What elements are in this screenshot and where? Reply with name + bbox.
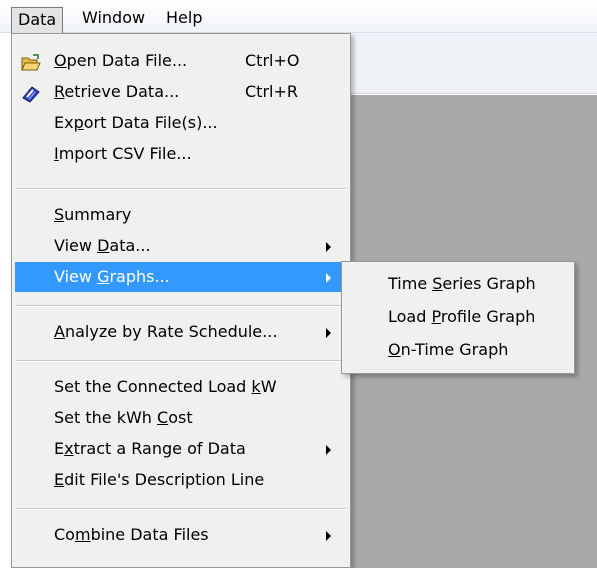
menu-item-export-data-files[interactable]: Export Data File(s)...	[15, 108, 347, 138]
menu-item-label: Retrieve Data...	[54, 82, 180, 101]
menu-item-label: Summary	[54, 205, 132, 224]
menu-item-set-kwh-cost[interactable]: Set the kWh Cost	[15, 403, 347, 433]
menu-item-label: View Data...	[54, 236, 151, 255]
submenu-arrow-icon	[326, 242, 331, 252]
menubar-window[interactable]: Window	[76, 7, 151, 29]
menu-item-label: On-Time Graph	[388, 340, 509, 359]
menu-item-shortcut: Ctrl+R	[245, 82, 298, 101]
menu-item-label: Import CSV File...	[54, 144, 192, 163]
menu-item-label: Time Series Graph	[388, 274, 536, 293]
submenu-item-time-series-graph[interactable]: Time Series Graph	[345, 269, 571, 299]
menu-item-label: Analyze by Rate Schedule...	[54, 322, 278, 341]
retrieve-data-icon	[21, 83, 41, 103]
menu-item-view-graphs[interactable]: View Graphs...	[15, 262, 347, 292]
menu-item-open-data-file[interactable]: Open Data File... Ctrl+O	[15, 46, 347, 76]
menu-item-label: Load Profile Graph	[388, 307, 536, 326]
menu-separator	[16, 305, 346, 307]
menu-item-combine-data-files[interactable]: Combine Data Files	[15, 520, 347, 550]
submenu-arrow-icon	[326, 531, 331, 541]
menu-item-retrieve-data[interactable]: Retrieve Data... Ctrl+R	[15, 77, 347, 107]
menu-separator	[16, 508, 346, 510]
menu-bar: Data Window Help	[0, 0, 597, 33]
submenu-arrow-icon	[326, 445, 331, 455]
toolbar-area	[340, 33, 597, 94]
menu-item-label: Set the Connected Load kW	[54, 377, 277, 396]
submenu-item-load-profile-graph[interactable]: Load Profile Graph	[345, 302, 571, 332]
menu-item-analyze-by-rate-schedule[interactable]: Analyze by Rate Schedule...	[15, 317, 347, 347]
menu-item-shortcut: Ctrl+O	[245, 51, 300, 70]
menu-separator	[16, 360, 346, 362]
menubar-help[interactable]: Help	[160, 7, 208, 29]
menu-item-import-csv-file[interactable]: Import CSV File...	[15, 139, 347, 169]
open-folder-icon	[21, 52, 41, 71]
menu-item-label: View Graphs...	[54, 267, 170, 286]
menu-item-label: Edit File's Description Line	[54, 470, 265, 489]
data-menu: Open Data File... Ctrl+O Retrieve Data..…	[11, 33, 351, 568]
menu-item-label: Open Data File...	[54, 51, 188, 70]
menu-item-label: Export Data File(s)...	[54, 113, 218, 132]
menu-item-edit-description[interactable]: Edit File's Description Line	[15, 465, 347, 495]
menu-item-extract-range[interactable]: Extract a Range of Data	[15, 434, 347, 464]
submenu-arrow-icon	[326, 273, 331, 283]
menu-separator	[16, 188, 346, 190]
menu-item-label: Combine Data Files	[54, 525, 209, 544]
menu-item-label: Extract a Range of Data	[54, 439, 246, 458]
submenu-arrow-icon	[326, 328, 331, 338]
menu-item-view-data[interactable]: View Data...	[15, 231, 347, 261]
menu-item-set-connected-load[interactable]: Set the Connected Load kW	[15, 372, 347, 402]
menu-item-summary[interactable]: Summary	[15, 200, 347, 230]
submenu-item-on-time-graph[interactable]: On-Time Graph	[345, 335, 571, 365]
menu-item-label: Set the kWh Cost	[54, 408, 193, 427]
view-graphs-submenu: Time Series Graph Load Profile Graph On-…	[341, 261, 575, 374]
menubar-data[interactable]: Data	[11, 7, 64, 33]
